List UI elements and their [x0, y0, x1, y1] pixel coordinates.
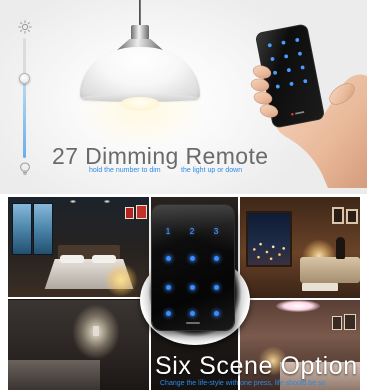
- bulb-icon: [20, 162, 30, 175]
- ceiling-light: [70, 200, 76, 203]
- scene-title: Six Scene Option: [155, 352, 358, 380]
- wall-art: [344, 314, 356, 330]
- scene-panel: 1 2 3 Six Scene Option Change the life-s…: [8, 197, 360, 390]
- remote-key: [185, 306, 199, 320]
- bedside-lamp-glow: [104, 263, 138, 297]
- promo-banner: 27 Dimming Remote hold the number to dim…: [0, 0, 367, 390]
- remote-key-label: 3: [213, 227, 219, 236]
- remote-key: [161, 251, 175, 265]
- dimming-subtitle-right: the light up or down: [181, 167, 243, 174]
- wall-art: [346, 209, 358, 224]
- dimmer-track: [23, 38, 26, 158]
- remote-key: [209, 280, 223, 294]
- wall-art: [136, 205, 147, 219]
- remote-key-label: 1: [165, 227, 171, 236]
- wall-art: [332, 207, 344, 224]
- light-bulb: [120, 97, 160, 111]
- key-light: [189, 284, 195, 290]
- remote-key: [209, 306, 223, 320]
- key-light: [165, 255, 171, 261]
- dimming-panel: 27 Dimming Remote hold the number to dim…: [0, 0, 367, 194]
- bed: [8, 360, 100, 390]
- remote-key: [185, 251, 199, 265]
- scene-remote: 1 2 3: [152, 205, 234, 330]
- wall-lamp: [93, 326, 99, 336]
- ceiling-light: [104, 200, 110, 203]
- wall-art: [332, 316, 342, 330]
- dimming-subtitle-left: hold the number to dim: [89, 167, 161, 174]
- remote-key-3: 3: [209, 225, 223, 239]
- remote-logo: [186, 322, 200, 324]
- person: [336, 237, 345, 259]
- remote-key: [209, 251, 223, 265]
- city-night-window: [246, 211, 292, 267]
- bedroom-scene: [8, 197, 150, 298]
- lamp-cord: [139, 0, 141, 28]
- dimmer-slider: [14, 16, 36, 178]
- divider: [240, 298, 360, 300]
- window: [33, 203, 53, 255]
- sun-icon: [18, 20, 32, 34]
- dimmer-thumb: [19, 73, 30, 85]
- remote-key-1: 1: [161, 225, 175, 239]
- remote-key: [161, 306, 175, 320]
- sofa: [300, 257, 360, 283]
- dimmer-fill: [23, 78, 26, 158]
- divider: [8, 297, 150, 299]
- scene-subtitle: Change the life-style with one press, li…: [160, 380, 326, 387]
- key-light: [165, 284, 171, 290]
- remote-key: [185, 280, 199, 294]
- key-light: [213, 284, 219, 290]
- dimming-title: 27 Dimming Remote: [52, 143, 269, 169]
- key-light: [213, 255, 219, 261]
- living-room-scene: [240, 197, 360, 298]
- remote-key: [161, 280, 175, 294]
- remote-key-2: 2: [185, 225, 199, 239]
- key-light: [189, 255, 195, 261]
- key-light: [165, 310, 171, 316]
- lamp-shade: [80, 47, 200, 100]
- window: [12, 203, 32, 255]
- pillow: [60, 255, 84, 263]
- ceiling-ring-light: [276, 300, 320, 312]
- key-light: [213, 310, 219, 316]
- coffee-table: [302, 283, 338, 291]
- dim-bedroom-scene: [8, 300, 150, 390]
- key-light: [189, 310, 195, 316]
- wall-art: [125, 207, 134, 219]
- remote-key-label: 2: [189, 227, 195, 236]
- pillow: [92, 255, 116, 263]
